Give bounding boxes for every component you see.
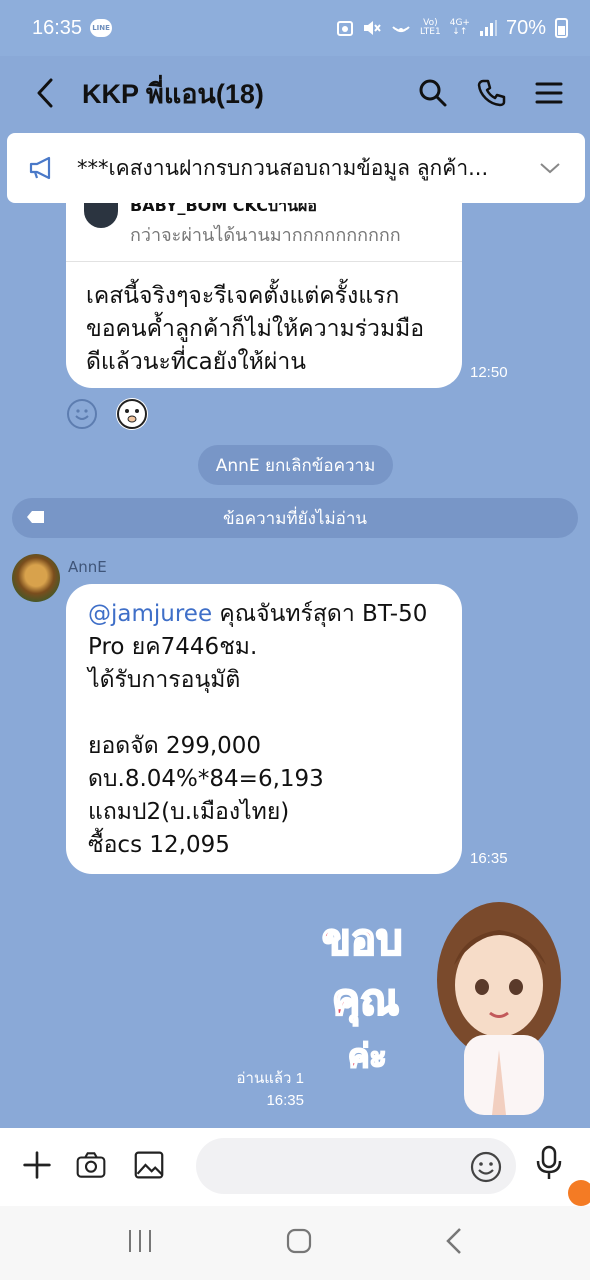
status-bar: 16:35 LINE Vo) LTE1 4G+ ↓↑ 70% xyxy=(0,0,590,56)
message-line: Pro ยค7446ชม. xyxy=(88,634,258,660)
thank-you-sticker[interactable]: ขอบ คุณ ค่ะ xyxy=(314,885,584,1115)
volte-bottom: LTE1 xyxy=(420,27,441,37)
camera-icon xyxy=(76,1152,106,1178)
message-line: ยอดจัด 299,000 xyxy=(88,733,262,759)
unsent-notice: AnnE ยกเลิกข้อความ xyxy=(198,445,393,485)
message-line: ดีแล้วนะที่caยังให้ผ่าน xyxy=(86,349,306,375)
recents-icon xyxy=(128,1230,151,1252)
menu-icon xyxy=(535,82,563,104)
camera-button[interactable] xyxy=(76,1150,106,1180)
phone-icon xyxy=(477,79,506,107)
call-button[interactable] xyxy=(476,78,506,108)
smile-icon xyxy=(75,409,89,420)
message-line: @jamjuree คุณจันทร์สุดา BT-50 xyxy=(88,598,448,631)
read-label: อ่านแล้ว 1 xyxy=(236,1070,304,1087)
message-line: ซื้อcs 12,095 xyxy=(88,832,230,858)
mute-icon xyxy=(364,21,381,35)
nav-back-button[interactable] xyxy=(445,1227,463,1259)
message-input[interactable] xyxy=(196,1138,516,1194)
search-button[interactable] xyxy=(418,78,448,108)
megaphone-icon xyxy=(29,156,51,180)
back-arrow-icon xyxy=(37,78,53,108)
chat-header: KKP พี่แอน(18) xyxy=(0,56,590,130)
emoji-button[interactable] xyxy=(470,1151,502,1187)
gallery-button[interactable] xyxy=(134,1150,164,1180)
sender-name: AnnE xyxy=(68,558,107,576)
read-time: 16:35 xyxy=(266,1092,304,1109)
read-receipt: อ่านแล้ว 1 16:35 xyxy=(237,1068,304,1112)
line-notification-icon: LINE xyxy=(90,19,113,37)
sticker-face-icon xyxy=(117,399,147,429)
unread-label: ข้อความที่ยังไม่อ่าน xyxy=(222,508,368,529)
reaction-sticker[interactable] xyxy=(116,398,148,430)
sticker-text-line1: ขอบ xyxy=(321,914,404,965)
avatar[interactable] xyxy=(12,554,60,602)
message-time: 16:35 xyxy=(470,850,508,867)
back-button[interactable] xyxy=(30,78,60,108)
menu-button[interactable] xyxy=(534,78,564,108)
add-reaction-button[interactable] xyxy=(67,399,97,429)
network-gen: 4G+ ↓↑ xyxy=(449,18,470,37)
home-button[interactable] xyxy=(286,1228,312,1258)
chat-title: KKP พี่แอน(18) xyxy=(82,78,264,109)
floating-badge[interactable] xyxy=(568,1180,590,1206)
chevron-down-icon[interactable] xyxy=(539,161,561,175)
mention-link[interactable]: @jamjuree xyxy=(88,601,212,627)
message-line: ขอคนค้ำลูกค้าก็ไม่ให้ความร่วมมือ xyxy=(86,316,425,342)
signal-icon xyxy=(479,20,497,36)
add-button[interactable] xyxy=(22,1150,52,1180)
search-icon xyxy=(419,79,447,107)
message-line: ดบ.8.04%*84=6,193 xyxy=(88,766,324,792)
microphone-icon xyxy=(536,1145,562,1179)
message-line: เคสนี้จริงๆจะรีเจคตั้งแต่ครั้งแรก xyxy=(86,283,400,309)
image-icon xyxy=(134,1151,164,1179)
voice-button[interactable] xyxy=(534,1145,564,1179)
quoted-text: กว่าจะผ่านได้นานมากกกกกกกกกก xyxy=(130,225,401,246)
message-line: แถมป2(บ.เมืองไทย) xyxy=(88,799,290,825)
sticker-text-line3: ค่ะ xyxy=(347,1036,388,1076)
emoji-icon xyxy=(470,1151,502,1183)
message-text: @jamjuree คุณจันทร์สุดา BT-50 Pro ยค7446… xyxy=(88,598,448,862)
announcement-bar[interactable]: ***เคสงานฝากรบกวนสอบถามข้อมูล ลูกค้า... xyxy=(7,133,585,203)
volte-indicator: Vo) LTE1 xyxy=(420,19,441,37)
system-nav-bar xyxy=(0,1206,590,1280)
nav-back-icon xyxy=(446,1228,462,1254)
tag-icon xyxy=(27,511,44,523)
plus-icon xyxy=(23,1151,51,1179)
announcement-text: ***เคสงานฝากรบกวนสอบถามข้อมูล ลูกค้า... xyxy=(77,155,489,180)
image-notification-icon xyxy=(337,21,354,36)
message-bubble[interactable]: @jamjuree คุณจันทร์สุดา BT-50 Pro ยค7446… xyxy=(66,584,462,874)
network-gen-label: 4G+ xyxy=(449,18,470,28)
message-line: ได้รับการอนุมัติ xyxy=(88,667,241,693)
recent-apps-button[interactable] xyxy=(127,1229,153,1257)
composer-bar xyxy=(0,1128,590,1206)
status-time: 16:35 xyxy=(32,16,83,39)
hotspot-icon xyxy=(392,26,410,33)
battery-icon xyxy=(555,18,568,38)
message-line xyxy=(88,697,448,730)
message-text: เคสนี้จริงๆจะรีเจคตั้งแต่ครั้งแรก ขอคนค้… xyxy=(86,280,456,379)
sticker-text-line2: คุณ xyxy=(331,974,400,1025)
unread-divider: ข้อความที่ยังไม่อ่าน xyxy=(12,498,578,538)
message-time: 12:50 xyxy=(470,364,508,381)
message-line-text: คุณจันทร์สุดา BT-50 xyxy=(212,601,428,627)
battery-percent: 70% xyxy=(505,16,546,39)
home-icon xyxy=(286,1228,312,1254)
